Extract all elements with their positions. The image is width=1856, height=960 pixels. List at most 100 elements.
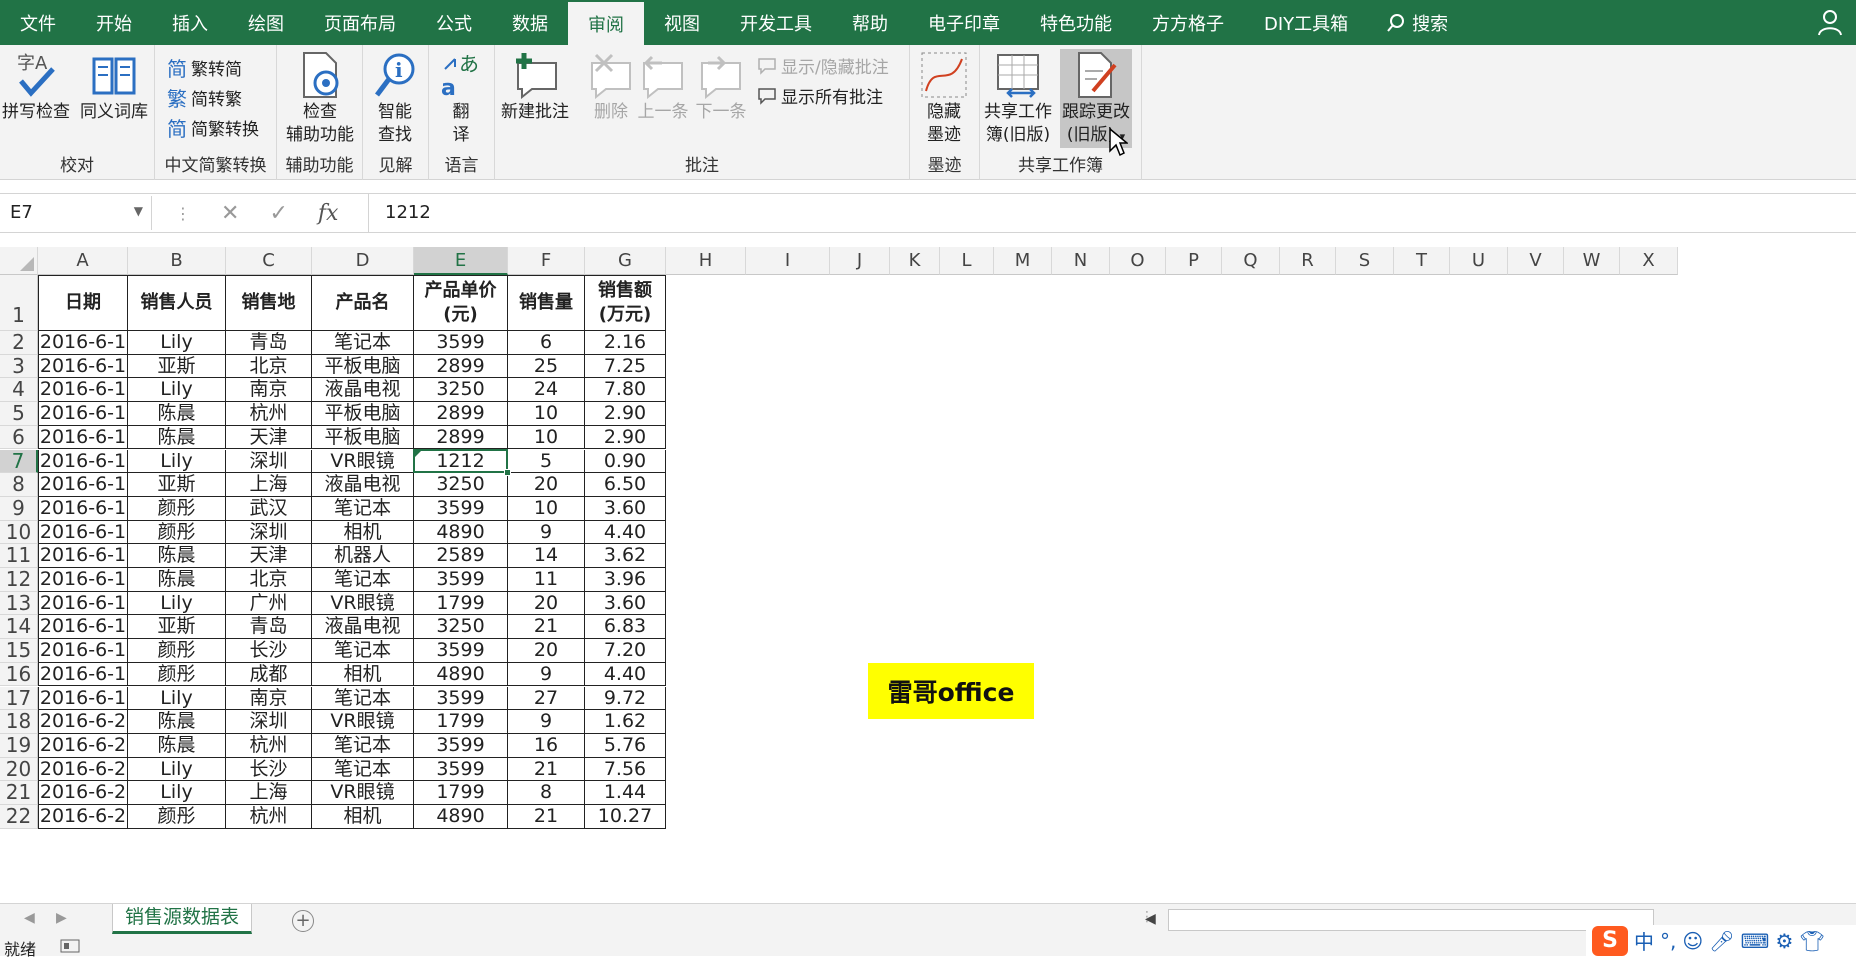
table-cell[interactable]: 陈晨 <box>128 733 226 758</box>
menu-tab[interactable]: 公式 <box>416 0 492 45</box>
table-header-cell[interactable]: 日期 <box>38 275 128 331</box>
table-cell[interactable]: 2016-6-1 <box>38 496 128 521</box>
table-cell[interactable]: 10 <box>508 402 585 426</box>
microphone-icon[interactable]: 🎤︎ <box>1709 929 1734 953</box>
table-cell[interactable]: 深圳 <box>226 449 312 474</box>
table-cell[interactable]: 2016-6-1 <box>38 568 128 592</box>
table-cell[interactable]: 北京 <box>226 354 312 379</box>
share-workbook-button[interactable]: 共享工作 簿(旧版) <box>984 51 1052 147</box>
cancel-icon[interactable]: ✕ <box>221 201 239 226</box>
keyboard-icon[interactable]: ⌨ <box>1741 929 1770 953</box>
table-cell[interactable]: Lily <box>128 591 226 616</box>
table-cell[interactable]: 陈晨 <box>128 544 226 568</box>
column-header[interactable]: P <box>1166 247 1222 275</box>
table-header-cell[interactable]: 销售量 <box>508 275 585 331</box>
delete-comment-button[interactable]: 删除 <box>585 51 637 124</box>
table-cell[interactable]: 南京 <box>226 378 312 403</box>
table-cell[interactable]: 10 <box>508 496 585 521</box>
row-header[interactable]: 4 <box>0 378 38 403</box>
table-cell[interactable]: 2016-6-1 <box>38 520 128 545</box>
show-hide-comment-button[interactable]: 显示/隐藏批注 <box>757 53 889 78</box>
table-cell[interactable]: 2016-6-1 <box>38 615 128 640</box>
table-cell[interactable]: 液晶电视 <box>312 378 414 403</box>
table-cell[interactable]: 1.62 <box>585 710 666 734</box>
row-header[interactable]: 7 <box>0 449 38 474</box>
row-header[interactable]: 6 <box>0 425 38 450</box>
table-cell[interactable]: 颜彤 <box>128 639 226 663</box>
table-cell[interactable]: 陈晨 <box>128 402 226 426</box>
smart-lookup-button[interactable]: i 智能 查找 <box>369 51 421 147</box>
table-cell[interactable]: 笔记本 <box>312 331 414 355</box>
menu-tab[interactable]: DIY工具箱 <box>1244 0 1368 45</box>
show-all-comments-button[interactable]: 显示所有批注 <box>757 83 883 108</box>
menu-tab[interactable]: 特色功能 <box>1020 0 1132 45</box>
table-cell[interactable]: 6 <box>508 331 585 355</box>
check-accessibility-button[interactable]: 检查 辅助功能 <box>279 51 361 147</box>
table-cell[interactable]: 2016-6-1 <box>38 473 128 497</box>
menu-tab[interactable]: 页面布局 <box>304 0 416 45</box>
ime-punct[interactable]: °, <box>1660 929 1676 953</box>
table-cell[interactable]: 长沙 <box>226 639 312 663</box>
table-cell[interactable]: 平板电脑 <box>312 402 414 426</box>
horizontal-scrollbar[interactable]: ◀ <box>1145 909 1654 931</box>
table-cell[interactable]: 7.56 <box>585 757 666 782</box>
column-header[interactable]: T <box>1394 247 1450 275</box>
previous-comment-button[interactable]: 上一条 <box>637 51 689 124</box>
spell-check-button[interactable]: 字A 拼写检查 <box>2 51 70 124</box>
table-cell[interactable]: 笔记本 <box>312 568 414 592</box>
search-box[interactable]: 搜索 <box>1368 0 1466 45</box>
table-cell[interactable]: 亚斯 <box>128 354 226 379</box>
table-cell[interactable]: 3.62 <box>585 544 666 568</box>
table-cell[interactable]: 25 <box>508 354 585 379</box>
table-cell[interactable]: 笔记本 <box>312 733 414 758</box>
row-header[interactable]: 2 <box>0 330 38 355</box>
table-cell[interactable]: 2016-6-1 <box>38 425 128 450</box>
next-comment-button[interactable]: 下一条 <box>695 51 747 124</box>
table-cell[interactable]: 3599 <box>414 568 508 592</box>
row-header[interactable]: 16 <box>0 662 38 687</box>
chevron-down-icon[interactable]: ▼ <box>134 204 143 218</box>
column-header[interactable]: Q <box>1222 247 1280 275</box>
table-cell[interactable]: 亚斯 <box>128 473 226 497</box>
table-header-cell[interactable]: 销售地 <box>226 275 312 331</box>
column-header[interactable]: R <box>1280 247 1336 275</box>
table-cell[interactable]: 武汉 <box>226 496 312 521</box>
table-cell[interactable]: 5.76 <box>585 733 666 758</box>
table-cell[interactable]: 陈晨 <box>128 425 226 450</box>
table-cell[interactable]: 1.44 <box>585 781 666 805</box>
column-header[interactable]: K <box>890 247 940 275</box>
table-cell[interactable]: 杭州 <box>226 805 312 829</box>
row-header[interactable]: 9 <box>0 496 38 521</box>
table-cell[interactable]: Lily <box>128 378 226 403</box>
menu-tab[interactable]: 绘图 <box>228 0 304 45</box>
table-cell[interactable]: 颜彤 <box>128 805 226 829</box>
table-cell[interactable]: 24 <box>508 378 585 403</box>
column-header[interactable]: M <box>994 247 1052 275</box>
column-header[interactable]: O <box>1110 247 1166 275</box>
table-cell[interactable]: 0.90 <box>585 449 666 474</box>
table-cell[interactable]: 2016-6-1 <box>38 686 128 711</box>
table-cell[interactable]: 4.40 <box>585 520 666 545</box>
table-cell[interactable]: 7.25 <box>585 354 666 379</box>
column-header[interactable]: A <box>38 247 128 275</box>
row-header[interactable]: 20 <box>0 757 38 782</box>
row-header[interactable]: 10 <box>0 520 38 545</box>
column-header[interactable]: U <box>1450 247 1508 275</box>
table-cell[interactable]: 南京 <box>226 686 312 711</box>
column-header[interactable]: J <box>830 247 890 275</box>
add-sheet-icon[interactable]: + <box>292 910 314 932</box>
row-header[interactable]: 14 <box>0 615 38 640</box>
table-cell[interactable]: 9.72 <box>585 686 666 711</box>
table-cell[interactable]: 3250 <box>414 615 508 640</box>
row-header[interactable]: 12 <box>0 567 38 592</box>
name-box[interactable]: E7 ▼ <box>2 196 152 230</box>
row-header[interactable]: 19 <box>0 733 38 758</box>
table-cell[interactable]: 10 <box>508 425 585 450</box>
table-cell[interactable]: 20 <box>508 639 585 663</box>
table-cell[interactable]: 4.40 <box>585 662 666 687</box>
table-cell[interactable]: 3599 <box>414 733 508 758</box>
column-header[interactable]: B <box>128 247 226 275</box>
column-header[interactable]: N <box>1052 247 1110 275</box>
table-cell[interactable]: VR眼镜 <box>312 781 414 805</box>
insert-function-icon[interactable]: fx <box>318 201 339 226</box>
